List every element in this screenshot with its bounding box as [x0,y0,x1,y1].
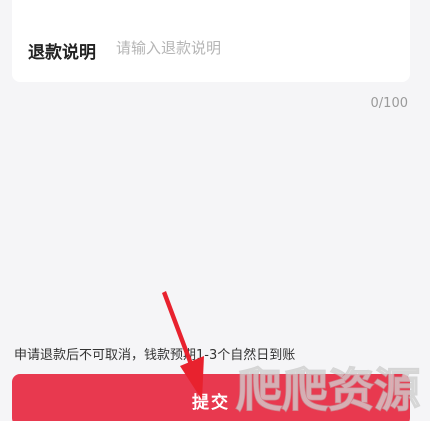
refund-explanation-label: 退款说明 [28,43,96,63]
refund-screen: 退款说明 0/100 申请退款后不可取消，钱款预期1-3个自然日到账 提交 爬爬… [0,0,430,421]
submit-button[interactable]: 提交 [12,374,410,421]
refund-explanation-card: 退款说明 [12,0,410,82]
refund-explanation-input[interactable] [116,36,396,60]
char-counter: 0/100 [370,96,408,111]
refund-notice-text: 申请退款后不可取消，钱款预期1-3个自然日到账 [14,348,296,363]
